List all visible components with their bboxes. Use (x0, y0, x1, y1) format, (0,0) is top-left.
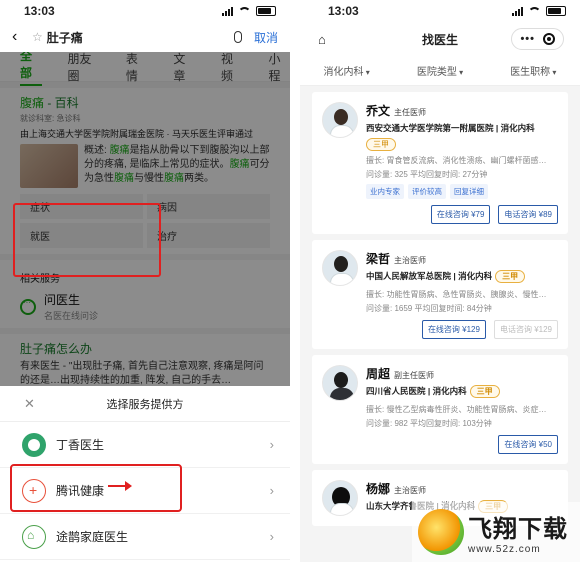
doctor-name: 周超 副主任医师 (366, 367, 435, 381)
doctor-name: 梁哲 主治医师 (366, 252, 427, 266)
chevron-right-icon: › (269, 483, 274, 498)
wifi-icon (238, 6, 251, 16)
result-thumbnail (20, 144, 78, 188)
close-icon[interactable]: ✕ (24, 396, 35, 412)
doctor-stats: 问诊量: 982 平均回复时间: 103分钟 (366, 419, 492, 428)
arrow-left-icon (108, 481, 132, 491)
doctor-tags: 业内专家 评价较高 回复详细 (366, 184, 558, 199)
status-time: 13:03 (328, 4, 359, 18)
doctor-name: 乔文 主任医师 (366, 104, 427, 118)
doctor-stats: 问诊量: 325 平均回复时间: 27分钟 (366, 170, 488, 179)
link-treatment[interactable]: 治疗 (147, 223, 270, 248)
status-bar: 13:03 (0, 0, 290, 22)
more-icon[interactable]: ••• (520, 33, 535, 45)
doctor-hospital: 四川省人民医院 | 消化内科 三甲 (366, 385, 500, 398)
highlight-box (13, 203, 161, 277)
online-consult-button[interactable]: 在线咨询 ¥50 (498, 435, 558, 454)
doctor-card[interactable]: 梁哲 主治医师 中国人民解放军总医院 | 消化内科 三甲 擅长: 功能性胃肠病、急性… (312, 240, 568, 349)
tab-moments[interactable]: 朋友圈 (68, 52, 100, 84)
provider-name: 途鹊家庭医生 (56, 530, 129, 544)
provider-tuque[interactable]: 途鹊家庭医生 › (0, 514, 290, 560)
star-icon[interactable]: ☆ (32, 30, 43, 44)
result-title: 肚子痛怎么办 (20, 342, 93, 356)
dingxiang-logo-icon (22, 432, 46, 457)
doctor-hospital: 中国人民解放军总医院 | 消化内科 三甲 (366, 270, 526, 283)
avatar (322, 250, 358, 286)
back-icon[interactable]: ‹ (12, 28, 28, 46)
tag-detailed-reply: 回复详细 (450, 184, 488, 199)
filter-doctor-title[interactable]: 医生职称 (510, 63, 556, 78)
service-description: 名医在线问诊 (44, 311, 99, 321)
link-causes[interactable]: 病因 (147, 194, 270, 219)
highlight-box (10, 464, 182, 512)
phone-consult-button[interactable]: 电话咨询 ¥89 (498, 205, 558, 224)
tag-expert: 业内专家 (366, 184, 404, 199)
result-tabs: 全部 朋友圈 表情 文章 视频 小程 (0, 52, 290, 86)
search-input[interactable]: 肚子痛 (47, 29, 83, 46)
doctor-specialty: 擅长: 慢性乙型病毒性肝炎、功能性胃肠病、炎症… (366, 405, 547, 414)
watermark-brand: 飞翔下载 (468, 516, 568, 543)
mini-program-capsule: ••• (511, 28, 564, 50)
result-title: 腹痛 - 百科 (20, 96, 79, 110)
hospital-grade-badge: 三甲 (366, 138, 396, 151)
doctor-stats: 问诊量: 1659 平均回复时间: 84分钟 (366, 304, 492, 313)
filter-department[interactable]: 消化内科 (324, 63, 370, 78)
watermark-logo-icon (418, 509, 464, 555)
hospital-grade-badge: 三甲 (469, 385, 500, 398)
battery-icon (546, 6, 566, 16)
signal-icon (512, 6, 523, 16)
filter-bar: 消化内科 医院类型 医生职称 (300, 56, 580, 86)
tab-stickers[interactable]: 表情 (126, 52, 148, 84)
wifi-icon (528, 6, 541, 16)
chevron-right-icon: › (269, 437, 274, 452)
phone-consult-button: 电话咨询 ¥129 (493, 320, 558, 339)
doctor-specialty: 擅长: 功能性胃肠病、急性胃肠炎、胰腺炎、慢性… (366, 290, 547, 299)
result-snippet: 有来医生 - "出现肚子痛, 首先自己注意观察, 疼痛是阿问的还是…出现持续性的… (20, 361, 264, 386)
ask-doctor-service[interactable]: 问医生 名医在线问诊 (20, 291, 270, 322)
article-result[interactable]: 肚子痛怎么办 有来医生 - "出现肚子痛, 首先自己注意观察, 疼痛是阿问的还是… (0, 334, 290, 386)
status-bar: 13:03 (300, 0, 580, 22)
tab-all[interactable]: 全部 (20, 52, 42, 86)
provider-dingxiang[interactable]: 丁香医生 › (0, 422, 290, 468)
tuque-logo-icon (22, 524, 46, 549)
tab-articles[interactable]: 文章 (173, 52, 195, 84)
search-bar: ‹ ☆ 肚子痛 取消 (0, 22, 290, 52)
avatar (322, 102, 358, 138)
signal-icon (222, 6, 233, 16)
doctor-name: 杨娜 主治医师 (366, 482, 427, 496)
microphone-icon[interactable] (233, 31, 242, 43)
avatar (322, 365, 358, 401)
left-phone-screen: 13:03 ‹ ☆ 肚子痛 取消 全部 朋友圈 表情 文章 视频 小程 腹痛 -… (0, 0, 290, 562)
sheet-title: 选择服务提供方 (106, 398, 184, 411)
online-consult-button[interactable]: 在线咨询 ¥129 (421, 320, 486, 339)
hospital-grade-badge: 三甲 (495, 270, 526, 283)
result-department: 就诊科室: 急诊科 (20, 114, 81, 123)
close-target-icon[interactable] (543, 33, 555, 45)
provider-name: 丁香医生 (56, 438, 105, 452)
doctor-specialty: 擅长: 胃食管反流病、消化性溃疡、幽门螺杆菌感… (366, 156, 547, 165)
cancel-button[interactable]: 取消 (254, 29, 278, 46)
right-phone-screen: 13:03 ⌂ 找医生 ••• 消化内科 医院类型 医生职称 乔文主任医师 西安… (300, 0, 580, 562)
online-consult-button[interactable]: 在线咨询 ¥79 (430, 205, 491, 224)
result-reviewer: 由上海交通大学医学院附属瑞金医院 · 马天乐医生评审通过 (20, 129, 253, 139)
result-summary: 概述: 腹痛是指从肋骨以下到腹股沟以上部分的疼痛, 是临床上常见的症状。腹痛可分… (84, 145, 270, 184)
doctor-hospital: 西安交通大学医学院第一附属医院 | 消化内科 (366, 123, 535, 133)
tab-videos[interactable]: 视频 (221, 52, 243, 84)
status-time: 13:03 (24, 4, 55, 18)
doctor-card[interactable]: 周超 副主任医师 四川省人民医院 | 消化内科 三甲 擅长: 慢性乙型病毒性肝炎、功… (312, 355, 568, 464)
tab-mini-programs[interactable]: 小程 (268, 52, 290, 84)
service-name: 问医生 (44, 293, 81, 307)
filter-hospital-type[interactable]: 医院类型 (417, 63, 463, 78)
battery-icon (256, 6, 276, 16)
avatar (322, 480, 358, 516)
site-watermark: 飞翔下载 www.52z.com (412, 502, 580, 562)
chevron-right-icon: › (269, 529, 274, 544)
chat-icon (20, 298, 36, 315)
watermark-url: www.52z.com (468, 544, 541, 555)
doctor-card[interactable]: 乔文 主任医师 西安交通大学医学院第一附属医院 | 消化内科 三甲 擅长: 胃食管… (312, 92, 568, 234)
nav-bar: ⌂ 找医生 ••• (300, 22, 580, 56)
home-icon[interactable]: ⌂ (318, 32, 326, 47)
tag-high-rating: 评价较高 (408, 184, 446, 199)
